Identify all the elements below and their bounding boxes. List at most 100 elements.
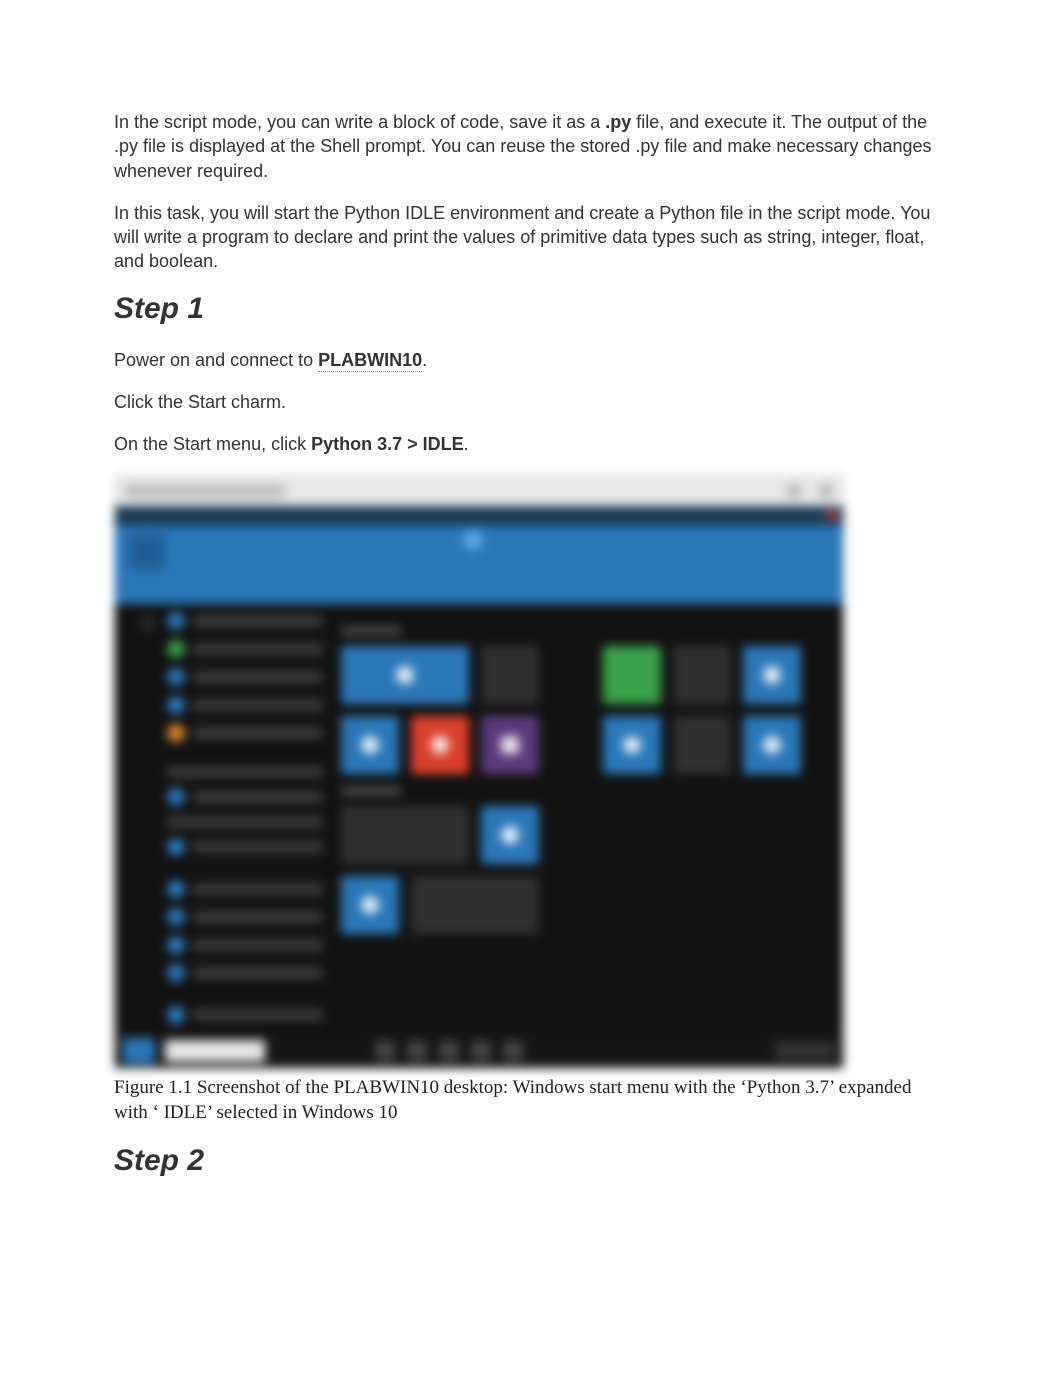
app-label [193,643,323,655]
app-label [193,671,323,683]
tile-icon [361,736,379,754]
list-item [167,724,323,742]
close-icon [819,484,833,498]
start-app-list [167,612,323,1034]
app-icon [167,964,185,982]
tile [481,646,539,704]
tile [673,646,731,704]
desktop-top-band [115,526,843,604]
app-label [193,699,323,711]
app-icon [167,1006,185,1024]
app-icon [167,696,185,714]
list-item [167,880,323,898]
window-titlebar [115,476,843,506]
list-item [167,838,323,856]
start-menu-panel [115,604,843,1034]
window-title [125,484,285,498]
taskbar-icon [471,1041,491,1061]
screenshot-blurred [114,475,844,1069]
list-item [167,816,323,828]
text: . [464,434,469,454]
python-idle-path-bold: Python 3.7 > IDLE [311,434,464,454]
app-label [167,816,323,828]
list-item [167,696,323,714]
minimize-icon [787,484,801,498]
list-item [167,612,323,630]
tile [481,806,539,864]
tile [743,646,801,704]
tile-icon [361,896,379,914]
app-label [167,766,323,778]
tile [341,876,399,934]
figure-caption: Figure 1.1 Screenshot of the PLABWIN10 d… [114,1075,948,1126]
list-item [167,788,323,806]
tile-icon [623,736,641,754]
intro-paragraph-2: In this task, you will start the Python … [114,201,948,274]
tile-icon [763,666,781,684]
window-menubar [115,506,843,526]
app-icon [167,880,185,898]
app-icon [167,668,185,686]
figure-1-1: Figure 1.1 Screenshot of the PLABWIN10 d… [114,475,948,1126]
tile-icon [763,736,781,754]
text: Power on and connect to [114,350,318,370]
plabwin10-bold: PLABWIN10 [318,350,422,372]
tile [341,806,469,864]
tile-icon [431,736,449,754]
tile [673,716,731,774]
tile [481,716,539,774]
list-item [167,766,323,778]
app-icon [167,908,185,926]
text: In the script mode, you can write a bloc… [114,112,605,132]
intro-paragraph-1: In the script mode, you can write a bloc… [114,110,948,183]
app-label [193,791,323,803]
window-buttons [787,484,833,498]
expand-icon [141,616,155,630]
tile-icon [396,666,414,684]
tile [411,716,469,774]
app-label [193,615,323,627]
list-item [167,668,323,686]
app-icon [167,640,185,658]
app-label [193,883,323,895]
tile [411,876,539,934]
taskbar-search [165,1040,265,1062]
start-left-column [141,604,159,1034]
list-item [167,1006,323,1024]
app-label [193,939,323,951]
tile-icon [501,826,519,844]
list-item [167,908,323,926]
app-label [193,841,323,853]
taskbar-icon [439,1041,459,1061]
tile [341,716,399,774]
list-item [167,936,323,954]
list-item [167,964,323,982]
start-tiles [341,618,823,946]
app-icon [167,612,185,630]
app-label [193,967,323,979]
step-1-line-1: Power on and connect to PLABWIN10. [114,348,948,372]
step-2-heading: Step 2 [114,1144,948,1178]
step-1-line-2: Click the Start charm. [114,390,948,414]
tile-group-label [341,786,401,796]
tile [341,646,469,704]
system-tray [775,1042,835,1060]
text: On the Start menu, click [114,434,311,454]
app-label [193,1009,323,1021]
tile-group-label [341,626,401,636]
step-1-heading: Step 1 [114,292,948,326]
app-icon [167,838,185,856]
notification-icon [827,510,837,520]
cortana-icon [463,530,483,550]
app-label [193,727,323,739]
search-tile [129,534,165,570]
taskbar-icon [503,1041,523,1061]
py-extension-bold: .py [605,112,631,132]
start-button [123,1038,155,1064]
taskbar-icon [375,1041,395,1061]
tile-icon [501,736,519,754]
app-icon [167,788,185,806]
text: . [422,350,427,370]
app-label [193,911,323,923]
taskbar [115,1034,843,1068]
